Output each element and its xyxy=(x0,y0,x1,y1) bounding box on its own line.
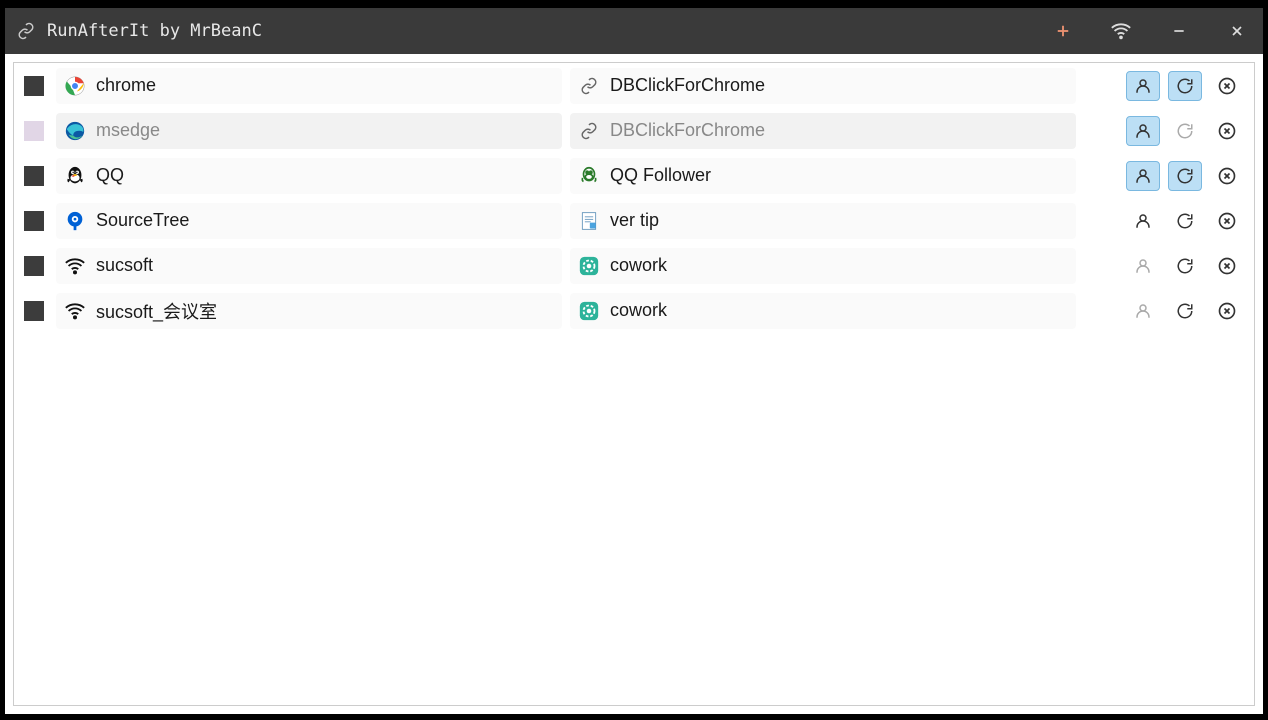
row-actions xyxy=(1126,161,1244,191)
rule-row: sucsoft cowork xyxy=(14,243,1254,288)
rule-row: msedge DBClickForChrome xyxy=(14,108,1254,153)
cowork-icon xyxy=(578,255,600,277)
trigger-cell[interactable]: QQ xyxy=(56,158,562,194)
trigger-label: sucsoft xyxy=(96,255,153,276)
trigger-label: SourceTree xyxy=(96,210,189,231)
row-actions xyxy=(1126,206,1244,236)
remove-button[interactable] xyxy=(1210,71,1244,101)
refresh-button[interactable] xyxy=(1168,71,1202,101)
window-title: RunAfterIt by MrBeanC xyxy=(47,21,1037,41)
rule-row: QQ QQ Follower xyxy=(14,153,1254,198)
wifi-icon xyxy=(64,300,86,322)
trigger-label: msedge xyxy=(96,120,160,141)
row-checkbox[interactable] xyxy=(24,121,44,141)
close-button[interactable] xyxy=(1223,17,1251,45)
rule-list: chrome DBClickForChrome msedge DBClickFo… xyxy=(13,62,1255,706)
app-window: RunAfterIt by MrBeanC xyxy=(5,8,1263,714)
person-button[interactable] xyxy=(1126,116,1160,146)
action-label: DBClickForChrome xyxy=(610,75,765,96)
row-checkbox[interactable] xyxy=(24,256,44,276)
chrome-icon xyxy=(64,75,86,97)
remove-button[interactable] xyxy=(1210,296,1244,326)
trigger-label: chrome xyxy=(96,75,156,96)
refresh-button[interactable] xyxy=(1168,206,1202,236)
row-checkbox[interactable] xyxy=(24,76,44,96)
action-label: cowork xyxy=(610,255,667,276)
wifi-icon xyxy=(64,255,86,277)
refresh-button[interactable] xyxy=(1168,161,1202,191)
action-label: ver tip xyxy=(610,210,659,231)
row-actions xyxy=(1126,71,1244,101)
titlebar-actions xyxy=(1049,17,1251,45)
action-label: QQ Follower xyxy=(610,165,711,186)
titlebar: RunAfterIt by MrBeanC xyxy=(5,8,1263,54)
remove-button[interactable] xyxy=(1210,251,1244,281)
action-cell[interactable]: cowork xyxy=(570,293,1076,329)
doc-icon xyxy=(578,210,600,232)
edge-icon xyxy=(64,120,86,142)
row-actions xyxy=(1126,116,1244,146)
person-button[interactable] xyxy=(1126,161,1160,191)
add-button[interactable] xyxy=(1049,17,1077,45)
person-button[interactable] xyxy=(1126,71,1160,101)
person-button[interactable] xyxy=(1126,251,1160,281)
cowork-icon xyxy=(578,300,600,322)
row-checkbox[interactable] xyxy=(24,301,44,321)
trigger-cell[interactable]: SourceTree xyxy=(56,203,562,239)
link-icon xyxy=(578,75,600,97)
wifi-icon[interactable] xyxy=(1107,17,1135,45)
trigger-label: QQ xyxy=(96,165,124,186)
rule-row: SourceTree ver tip xyxy=(14,198,1254,243)
rule-row: chrome DBClickForChrome xyxy=(14,63,1254,108)
action-cell[interactable]: cowork xyxy=(570,248,1076,284)
trigger-cell[interactable]: msedge xyxy=(56,113,562,149)
link-icon xyxy=(17,22,35,40)
row-checkbox[interactable] xyxy=(24,166,44,186)
refresh-button[interactable] xyxy=(1168,296,1202,326)
trigger-label: sucsoft_会议室 xyxy=(96,298,217,324)
trigger-cell[interactable]: sucsoft xyxy=(56,248,562,284)
refresh-button[interactable] xyxy=(1168,251,1202,281)
sourcetree-icon xyxy=(64,210,86,232)
action-cell[interactable]: DBClickForChrome xyxy=(570,113,1076,149)
action-cell[interactable]: DBClickForChrome xyxy=(570,68,1076,104)
remove-button[interactable] xyxy=(1210,206,1244,236)
row-checkbox[interactable] xyxy=(24,211,44,231)
action-label: cowork xyxy=(610,300,667,321)
link-icon xyxy=(578,120,600,142)
person-button[interactable] xyxy=(1126,296,1160,326)
person-button[interactable] xyxy=(1126,206,1160,236)
remove-button[interactable] xyxy=(1210,161,1244,191)
trigger-cell[interactable]: chrome xyxy=(56,68,562,104)
content-area: chrome DBClickForChrome msedge DBClickFo… xyxy=(5,54,1263,714)
remove-button[interactable] xyxy=(1210,116,1244,146)
action-label: DBClickForChrome xyxy=(610,120,765,141)
row-actions xyxy=(1126,296,1244,326)
trigger-cell[interactable]: sucsoft_会议室 xyxy=(56,293,562,329)
qq-icon xyxy=(64,165,86,187)
minimize-button[interactable] xyxy=(1165,17,1193,45)
action-cell[interactable]: QQ Follower xyxy=(570,158,1076,194)
row-actions xyxy=(1126,251,1244,281)
qqfollower-icon xyxy=(578,165,600,187)
rule-row: sucsoft_会议室 cowork xyxy=(14,288,1254,333)
refresh-button[interactable] xyxy=(1168,116,1202,146)
action-cell[interactable]: ver tip xyxy=(570,203,1076,239)
